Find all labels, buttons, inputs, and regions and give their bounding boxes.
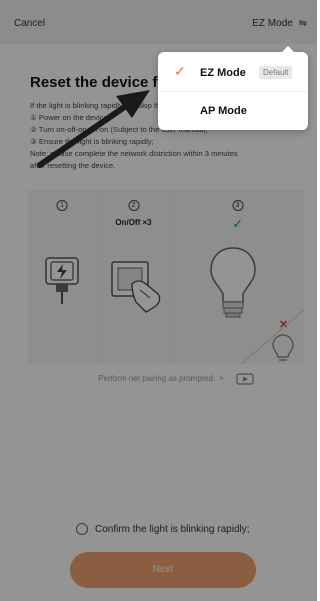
mode-dropdown: ✓ EZ Mode Default AP Mode [158, 46, 308, 130]
menu-item-label: EZ Mode [200, 67, 246, 79]
menu-item-ap-mode[interactable]: AP Mode [158, 92, 308, 130]
default-badge: Default [259, 66, 293, 79]
check-icon: ✓ [174, 63, 186, 79]
menu-item-label: AP Mode [200, 105, 247, 117]
menu-item-ez-mode[interactable]: ✓ EZ Mode Default [158, 54, 308, 92]
